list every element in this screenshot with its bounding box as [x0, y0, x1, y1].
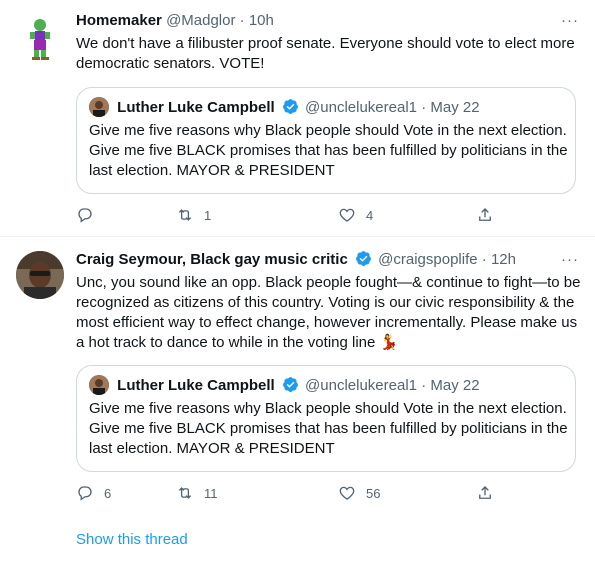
retweet-count: 11	[204, 485, 218, 501]
quoted-avatar	[89, 375, 109, 395]
retweet-button[interactable]: 11	[176, 483, 218, 503]
separator-dot: ·	[421, 99, 427, 116]
tweet-text: We don't have a filibuster proof senate.…	[76, 35, 575, 72]
share-button[interactable]	[476, 205, 494, 225]
verified-badge-icon	[282, 99, 298, 114]
action-bar: 6 11 56	[76, 483, 496, 503]
tweet[interactable]: Homemaker @Madglor · 10h ··· We don't ha…	[0, 0, 595, 237]
tweet-text: Unc, you sound like an opp. Black people…	[76, 274, 581, 351]
share-icon	[479, 208, 491, 221]
tweet-header: Craig Seymour, Black gay music critic @c…	[76, 250, 579, 270]
action-bar: 1 4	[76, 205, 496, 225]
quoted-tweet[interactable]: Luther Luke Campbell @unclelukereal1 · M…	[76, 365, 576, 472]
retweet-count: 1	[204, 207, 212, 223]
quoted-user-handle: @unclelukereal1	[305, 99, 418, 116]
quoted-date: May 22	[430, 377, 480, 394]
like-button[interactable]: 56	[338, 483, 380, 503]
reply-button[interactable]	[76, 205, 104, 225]
reply-button[interactable]: 6	[76, 483, 111, 503]
more-options-icon[interactable]: ···	[561, 250, 579, 270]
reply-count: 6	[104, 485, 112, 501]
retweet-icon	[178, 487, 192, 499]
quoted-avatar	[89, 97, 109, 117]
quoted-tweet[interactable]: Luther Luke Campbell @unclelukereal1 · M…	[76, 87, 576, 194]
timestamp[interactable]: 10h	[249, 12, 274, 29]
show-thread-link[interactable]: Show this thread	[76, 530, 188, 550]
share-icon	[479, 486, 491, 499]
retweet-icon	[178, 209, 192, 221]
separator-dot: ·	[239, 12, 245, 29]
heart-icon	[339, 208, 355, 222]
display-name[interactable]: Homemaker	[76, 12, 162, 29]
more-options-icon[interactable]: ···	[561, 11, 579, 31]
like-button[interactable]: 4	[338, 205, 373, 225]
retweet-button[interactable]: 1	[176, 205, 211, 225]
separator-dot: ·	[421, 377, 427, 394]
quoted-user-handle: @unclelukereal1	[305, 377, 418, 394]
share-button[interactable]	[476, 483, 494, 503]
quoted-display-name: Luther Luke Campbell	[117, 377, 275, 394]
tweet[interactable]: Craig Seymour, Black gay music critic @c…	[0, 237, 595, 513]
quoted-tweet-text: Give me five reasons why Black people sh…	[89, 400, 568, 457]
quoted-display-name: Luther Luke Campbell	[117, 99, 275, 116]
separator-dot: ·	[481, 251, 487, 268]
user-handle[interactable]: @craigspoplife	[378, 251, 477, 268]
avatar[interactable]	[16, 14, 64, 62]
user-handle[interactable]: @Madglor	[166, 12, 235, 29]
heart-icon	[339, 486, 355, 500]
like-count: 4	[366, 207, 374, 223]
avatar-image	[16, 251, 64, 299]
quoted-date: May 22	[430, 99, 480, 116]
quoted-tweet-header: Luther Luke Campbell @unclelukereal1 · M…	[89, 97, 480, 117]
reply-icon	[78, 486, 92, 501]
reply-icon	[78, 208, 92, 223]
like-count: 56	[366, 485, 381, 501]
display-name[interactable]: Craig Seymour, Black gay music critic	[76, 251, 348, 268]
quoted-tweet-header: Luther Luke Campbell @unclelukereal1 · M…	[89, 375, 480, 395]
quoted-tweet-text: Give me five reasons why Black people sh…	[89, 122, 568, 179]
avatar-image	[16, 14, 64, 62]
verified-badge-icon	[282, 377, 298, 392]
verified-badge-icon	[356, 251, 371, 266]
tweet-header: Homemaker @Madglor · 10h ···	[76, 11, 579, 31]
avatar[interactable]	[16, 251, 64, 299]
timestamp[interactable]: 12h	[491, 251, 516, 268]
